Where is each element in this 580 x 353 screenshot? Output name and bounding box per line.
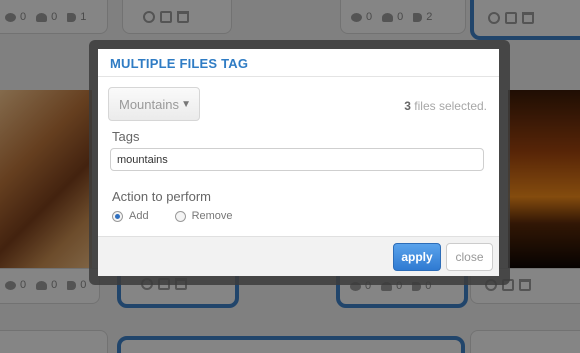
dialog-footer: apply close [98, 236, 499, 276]
action-label: Action to perform [112, 189, 211, 204]
album-select[interactable]: Mountains ▼ [108, 87, 200, 121]
tags-input[interactable] [110, 148, 484, 171]
files-selected-info: 3 files selected. [404, 99, 487, 113]
radio-option-remove[interactable]: Remove [174, 210, 233, 222]
apply-button[interactable]: apply [393, 243, 441, 271]
radio-label-add: Add [129, 210, 149, 222]
radio-option-add[interactable]: Add [112, 210, 149, 222]
album-select-value: Mountains [119, 97, 179, 112]
radio-label-remove: Remove [191, 210, 233, 222]
files-selected-label: files selected. [414, 99, 487, 113]
radio-button-add[interactable] [112, 210, 123, 222]
radio-button-remove[interactable] [174, 210, 186, 222]
dialog-title: MULTIPLE FILES TAG [110, 56, 249, 71]
close-button[interactable]: close [446, 243, 493, 271]
action-radio-group: Add Remove [112, 210, 259, 222]
dialog-header: MULTIPLE FILES TAG [98, 49, 499, 77]
multiple-files-tag-dialog: MULTIPLE FILES TAG Mountains ▼ 3 files s… [98, 49, 499, 276]
files-count: 3 [404, 99, 411, 113]
chevron-down-icon: ▼ [181, 99, 191, 110]
tags-label: Tags [112, 129, 140, 144]
